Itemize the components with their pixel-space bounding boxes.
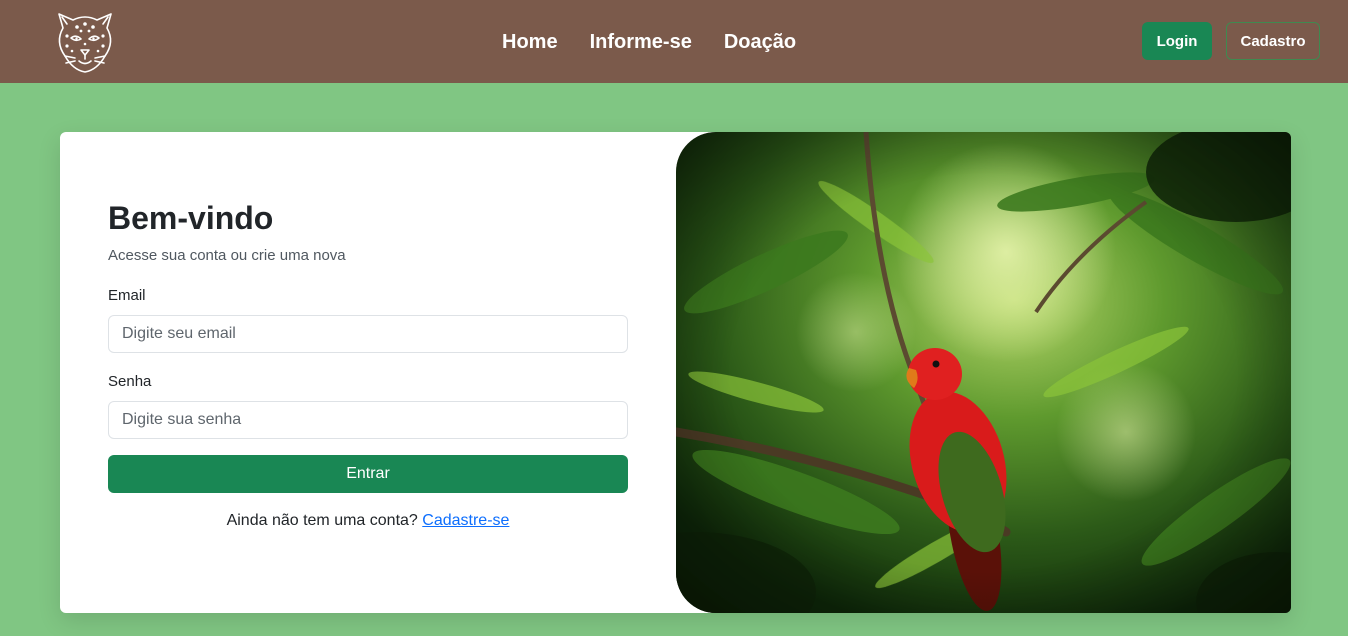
login-form: Bem-vindo Acesse sua conta ou crie uma n… <box>108 132 628 613</box>
nav-link-informe-se[interactable]: Informe-se <box>590 28 692 56</box>
password-field[interactable] <box>108 401 628 439</box>
nav-link-home[interactable]: Home <box>502 28 558 56</box>
nav-link-doacao[interactable]: Doação <box>724 28 796 56</box>
login-button[interactable]: Login <box>1142 22 1212 60</box>
parrot-illustration <box>676 132 1291 613</box>
login-card: Bem-vindo Acesse sua conta ou crie uma n… <box>60 132 1291 613</box>
email-label: Email <box>108 287 146 304</box>
jaguar-logo-icon[interactable] <box>53 8 117 74</box>
page-subtitle: Acesse sua conta ou crie uma nova <box>108 247 346 264</box>
cadastro-button[interactable]: Cadastro <box>1226 22 1320 60</box>
navbar: Home Informe-se Doação Login Cadastro <box>0 0 1348 83</box>
signup-link[interactable]: Cadastre-se <box>422 512 509 529</box>
email-field[interactable] <box>108 315 628 353</box>
submit-button[interactable]: Entrar <box>108 455 628 493</box>
password-label: Senha <box>108 373 152 390</box>
page-title: Bem-vindo <box>108 200 274 236</box>
signup-line: Ainda não tem uma conta? Cadastre-se <box>108 511 628 531</box>
main-nav: Home Informe-se Doação <box>502 28 796 56</box>
signup-prompt: Ainda não tem uma conta? <box>226 512 418 529</box>
hero-image <box>676 132 1291 613</box>
